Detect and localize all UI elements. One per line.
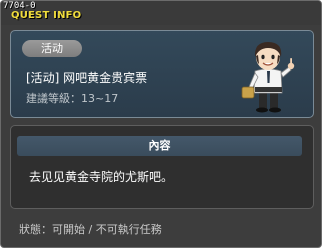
quest-name: [活动] 网吧黄金贵宾票 <box>26 71 148 85</box>
category-badge: 活动 <box>22 40 82 57</box>
content-header: 內容 <box>17 136 302 156</box>
quest-info-window: 7704-0 QUEST INFO 活动 [活动] 网吧黄金贵宾票 建議等級：1… <box>0 0 322 248</box>
quest-status: 狀態：可開始 / 不可執行任務 <box>19 223 162 236</box>
titlebar[interactable]: 7704-0 QUEST INFO <box>1 1 321 25</box>
quest-level-requirement: 建議等級：13~17 <box>26 92 119 105</box>
window-title: QUEST INFO <box>11 10 82 21</box>
content-text: 去见见黄金寺院的尤斯吧。 <box>29 170 174 184</box>
npc-character-icon <box>241 42 295 113</box>
